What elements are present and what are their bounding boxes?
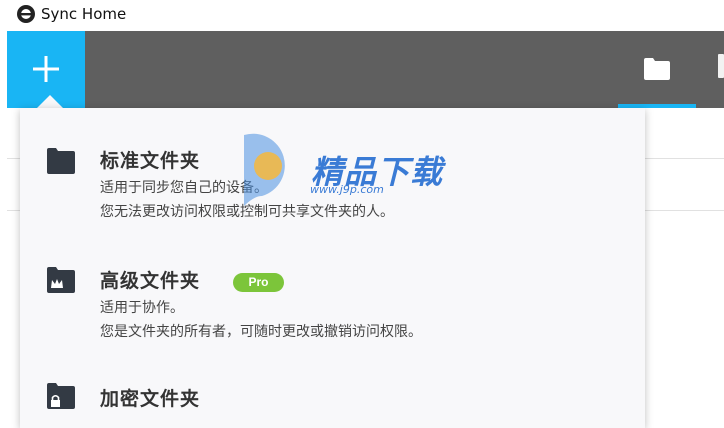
plus-icon <box>33 56 59 82</box>
menu-item-desc: 您是文件夹的所有者，可随时更改或撤销访问权限。 <box>100 324 422 340</box>
toolbar <box>7 31 724 108</box>
watermark-logo-icon <box>244 133 285 206</box>
folder-lock-icon <box>47 383 75 409</box>
title-bar: Sync Home <box>0 0 724 31</box>
folder-icon <box>644 58 670 80</box>
folder-crown-icon <box>47 267 75 293</box>
menu-caret <box>37 95 63 108</box>
pro-badge: Pro <box>233 273 284 292</box>
window-title: Sync Home <box>41 5 127 23</box>
folder-icon <box>47 148 75 174</box>
tab-folders[interactable] <box>618 31 696 108</box>
next-tab-edge[interactable] <box>718 54 724 78</box>
menu-item-title: 高级文件夹 <box>100 270 201 292</box>
sync-logo-icon <box>17 5 35 23</box>
menu-item-advanced-folder[interactable]: 高级文件夹 适用于协作。 您是文件夹的所有者，可随时更改或撤销访问权限。 <box>20 256 645 348</box>
watermark-url: www.j9p.com <box>310 183 384 196</box>
menu-item-title: 标准文件夹 <box>100 150 201 172</box>
menu-item-encrypted-folder[interactable]: 加密文件夹 <box>20 374 645 428</box>
menu-item-title: 加密文件夹 <box>100 388 201 410</box>
menu-item-desc: 适用于协作。 <box>100 300 184 316</box>
